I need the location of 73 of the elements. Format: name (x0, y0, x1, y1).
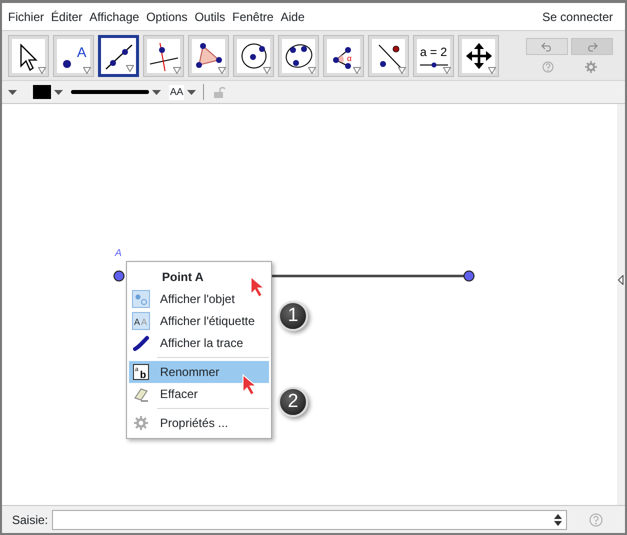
menu-item[interactable]: AA Afficher l'étiquette (129, 310, 269, 332)
tool-button[interactable]: a = 2 (413, 34, 454, 76)
step-number-badge: 1 (278, 301, 308, 331)
tool-button[interactable]: A (53, 34, 94, 76)
point[interactable] (464, 270, 474, 282)
icon-letter: A (76, 44, 86, 60)
redo-icon (586, 42, 598, 52)
menu-item[interactable]: Outils (194, 8, 226, 26)
tool-button[interactable] (368, 34, 409, 76)
slider-icon (418, 60, 448, 68)
text-size-button[interactable]: AA (169, 84, 184, 100)
menu-item[interactable]: Éditer (51, 8, 82, 26)
input-label: Saisie: (12, 512, 48, 528)
dropdown-triangle-icon (126, 64, 134, 72)
dropdown-triangle-icon (353, 66, 361, 74)
menu-item[interactable]: Fichier (8, 8, 44, 26)
menu-item[interactable]: Affichage (89, 8, 140, 26)
menu-item[interactable]: Propriétés ... (129, 412, 269, 434)
slider-value-text: a = 2 (420, 44, 448, 60)
menu-item[interactable]: Aide (280, 8, 305, 26)
dropdown-triangle-icon (218, 66, 226, 74)
tool-button[interactable] (188, 34, 229, 76)
undo-button[interactable] (526, 38, 568, 55)
trace-icon (133, 335, 149, 351)
tool-button[interactable] (98, 34, 139, 76)
menu-item-label: Afficher l'étiquette (160, 313, 255, 330)
gear-icon (133, 415, 149, 431)
menu-item[interactable]: Effacer (129, 383, 269, 405)
menu-item-label: Afficher la trace (160, 335, 244, 352)
tool-button[interactable] (143, 34, 184, 76)
dropdown-triangle-icon (263, 66, 271, 74)
menu-item-label: Renommer (160, 364, 220, 381)
menu-item[interactable]: Options (146, 8, 188, 26)
dropdown-triangle-icon (38, 66, 46, 74)
menu-title: Point A (162, 269, 204, 286)
icon-letter: α (346, 54, 352, 62)
mouse-cursor-icon (242, 374, 257, 396)
color-swatch-icon[interactable] (33, 85, 51, 99)
sign-in-link[interactable]: Se connecter (542, 8, 613, 26)
dropdown-triangle-icon (398, 66, 406, 74)
toggle-triangle-icon[interactable] (8, 90, 17, 94)
caret-icon[interactable] (187, 90, 196, 94)
spinner-icon[interactable] (554, 514, 562, 526)
dropdown-triangle-icon (443, 66, 451, 74)
line-style-icon[interactable] (71, 89, 149, 95)
icon-letter: A (134, 317, 140, 327)
caret-icon[interactable] (152, 90, 161, 94)
menu-item[interactable]: Afficher l'objet (129, 288, 269, 310)
tool-button[interactable]: α (323, 34, 364, 76)
input-field[interactable] (52, 510, 567, 530)
eraser-icon (133, 386, 149, 402)
menu-item-label: Propriétés ... (160, 415, 228, 432)
point-label: A (115, 247, 122, 261)
menu-item-label: Effacer (160, 386, 198, 403)
step-number-badge: 2 (278, 387, 308, 417)
mouse-cursor-icon (250, 276, 265, 298)
dropdown-triangle-icon (308, 66, 316, 74)
dropdown-triangle-icon (488, 66, 496, 74)
dropdown-triangle-icon (83, 66, 91, 74)
dropdown-triangle-icon (173, 66, 181, 74)
undo-icon (541, 42, 553, 52)
tool-button[interactable] (278, 34, 319, 76)
tool-button[interactable] (233, 34, 274, 76)
menu-item-label: Afficher l'objet (160, 291, 235, 308)
point[interactable] (114, 270, 124, 282)
menu-item[interactable]: Afficher la trace (129, 332, 269, 354)
menu-item[interactable]: Fenêtre (232, 8, 274, 26)
tool-button[interactable] (8, 34, 49, 76)
caret-icon[interactable] (54, 90, 63, 94)
icon-letter: b (140, 370, 146, 380)
collapse-triangle-icon[interactable] (618, 275, 624, 285)
icon-letter: A (141, 317, 148, 327)
tool-button[interactable] (458, 34, 499, 76)
